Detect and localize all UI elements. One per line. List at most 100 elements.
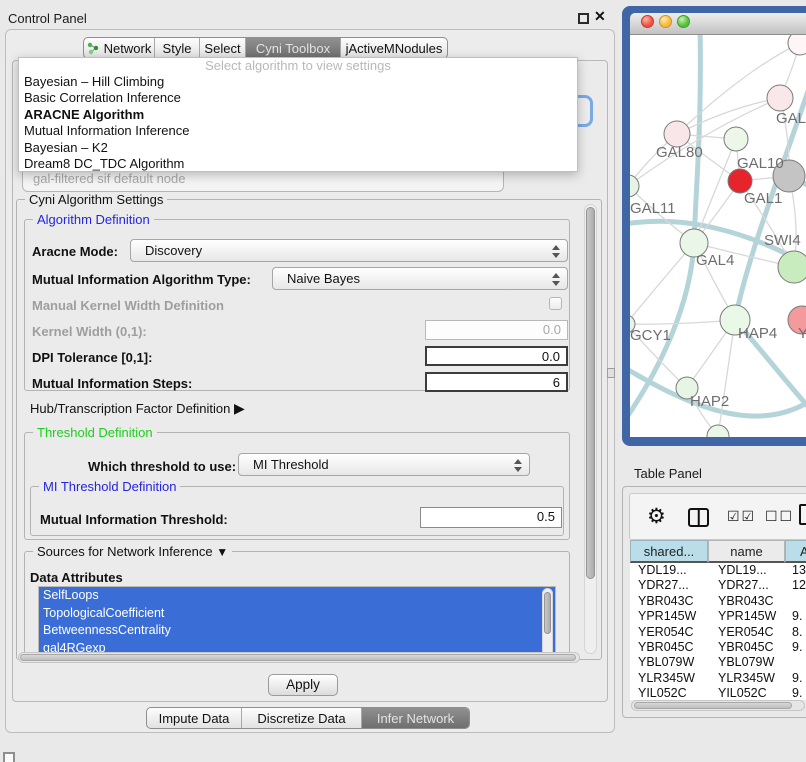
cell-name: YBR045C [708, 640, 785, 655]
mi-threshold-label: Mutual Information Threshold: [40, 512, 228, 527]
table-row[interactable]: YER054C YER054C 8. [630, 625, 806, 640]
dropdown-item[interactable]: Dream8 DC_TDC Algorithm [19, 156, 577, 172]
sources-legend[interactable]: Sources for Network Inference ▼ [33, 544, 232, 559]
node-label: GAL1 [744, 190, 782, 207]
table-row[interactable]: YPR145W YPR145W 9. [630, 609, 806, 624]
column-header-partial[interactable]: A [785, 540, 806, 563]
tab-discretize-data[interactable]: Discretize Data [241, 708, 361, 728]
cell-extra: 8. [785, 625, 806, 640]
dropdown-item-selected[interactable]: ARACNE Algorithm [19, 107, 577, 123]
mi-threshold-field[interactable]: 0.5 [420, 507, 562, 528]
dropdown-item[interactable]: Basic Correlation Inference [19, 90, 577, 106]
node-label: HAP4 [738, 325, 777, 342]
dock-panel-icon[interactable] [3, 752, 15, 762]
tab-network[interactable]: Network [84, 38, 154, 58]
table-row[interactable]: YDR27... YDR27... 12 [630, 578, 806, 593]
manual-kernel-checkbox[interactable] [549, 297, 562, 310]
close-window-icon[interactable] [641, 15, 654, 28]
scrollbar-thumb[interactable] [634, 702, 792, 709]
mi-type-value: Naive Bayes [287, 271, 360, 286]
attributes-scrollbar[interactable] [542, 588, 553, 656]
scrollbar-thumb[interactable] [20, 654, 576, 661]
table-row[interactable]: YBR045C YBR045C 9. [630, 640, 806, 655]
aracne-mode-combo[interactable]: Discovery [130, 239, 568, 262]
network-graph: GAL GAL80 GAL10 GAL1 GAL11 SWI4 GAL4 GCY… [630, 35, 806, 437]
gear-icon[interactable]: ⚙ [647, 504, 666, 530]
cell-extra: 9. [785, 686, 806, 700]
control-panel-tabs: Network Style Select Cyni Toolbox jActiv… [83, 37, 448, 59]
dropdown-item[interactable]: Bayesian – Hill Climbing [19, 74, 577, 90]
mi-type-combo[interactable]: Naive Bayes [272, 267, 568, 290]
dropdown-item[interactable]: Mutual Information Inference [19, 123, 577, 139]
cell-shared-name: YLR345W [630, 671, 708, 686]
zoom-window-icon[interactable] [677, 15, 690, 28]
settings-horizontal-scrollbar[interactable] [18, 652, 580, 663]
cell-shared-name: YBR045C [630, 640, 708, 655]
network-icon [87, 42, 100, 55]
cell-extra: 13 [785, 563, 806, 578]
dropdown-item[interactable]: Bayesian – K2 [19, 140, 577, 156]
kernel-width-field[interactable]: 0.0 [425, 320, 568, 340]
mi-steps-field[interactable]: 6 [425, 372, 568, 392]
tab-impute-data[interactable]: Impute Data [147, 708, 241, 728]
panel-splitter-handle[interactable] [607, 368, 615, 378]
expand-arrow-icon: ▶ [234, 400, 245, 416]
minimize-window-icon[interactable] [659, 15, 672, 28]
table-row[interactable]: YIL052C YIL052C 9. [630, 686, 806, 700]
cell-name: YDL19... [708, 563, 785, 578]
algorithm-dropdown-list: Select algorithm to view settings Bayesi… [18, 57, 578, 172]
function-builder-icon[interactable] [799, 504, 806, 525]
tab-cyni-toolbox[interactable]: Cyni Toolbox [245, 38, 340, 58]
network-window-titlebar[interactable] [630, 13, 806, 35]
cell-shared-name: YDR27... [630, 578, 708, 593]
column-header-name[interactable]: name [708, 540, 785, 563]
node-label: Y [798, 325, 806, 342]
attribute-list-item[interactable]: TopologicalCoefficient [39, 605, 555, 623]
table-row[interactable]: YDL19... YDL19... 13 [630, 563, 806, 578]
cell-extra [785, 594, 806, 609]
dpi-tolerance-field[interactable]: 0.0 [425, 346, 568, 366]
tab-style[interactable]: Style [154, 38, 199, 58]
column-header-shared-name[interactable]: shared... [630, 540, 708, 563]
stepper-arrows-icon [552, 245, 561, 258]
which-threshold-combo[interactable]: MI Threshold [238, 453, 530, 476]
scrollbar-thumb[interactable] [586, 207, 595, 579]
attribute-list-item[interactable]: BetweennessCentrality [39, 622, 555, 640]
tab-infer-network[interactable]: Infer Network [361, 708, 469, 728]
select-all-icon[interactable]: ☑☑ [727, 508, 756, 525]
table-horizontal-scrollbar[interactable] [631, 700, 805, 711]
node[interactable] [788, 35, 806, 55]
data-attributes-list: SelfLoopsTopologicalCoefficientBetweenne… [38, 586, 556, 658]
cell-extra [785, 655, 806, 670]
tab-select[interactable]: Select [199, 38, 245, 58]
scrollbar-thumb[interactable] [544, 592, 551, 634]
settings-vertical-scrollbar[interactable] [584, 204, 597, 654]
cell-name: YBR043C [708, 594, 785, 609]
network-canvas[interactable]: GAL GAL80 GAL10 GAL1 GAL11 SWI4 GAL4 GCY… [630, 35, 806, 437]
tab-select-label: Select [204, 38, 240, 59]
node-gal10[interactable] [724, 127, 748, 151]
node-swi4[interactable] [778, 251, 806, 283]
hub-section-label: Hub/Transcription Factor Definition [30, 401, 230, 416]
table-row[interactable]: YBR043C YBR043C [630, 594, 806, 609]
attribute-list-item[interactable]: SelfLoops [39, 587, 555, 605]
aracne-mode-label: Aracne Mode: [32, 244, 118, 259]
table-row[interactable]: YBL079W YBL079W [630, 655, 806, 670]
float-window-icon[interactable] [578, 13, 589, 24]
node-gal-partial[interactable] [767, 85, 793, 111]
columns-icon[interactable] [688, 508, 709, 527]
cell-shared-name: YER054C [630, 625, 708, 640]
collapse-arrow-icon: ▼ [216, 545, 228, 559]
tab-jactivemnodules[interactable]: jActiveMNodules [340, 38, 447, 58]
which-threshold-value: MI Threshold [253, 457, 329, 472]
deselect-all-icon[interactable]: ☐☐ [765, 508, 794, 525]
cyni-settings-legend: Cyni Algorithm Settings [25, 192, 167, 207]
table-row[interactable]: YLR345W YLR345W 9. [630, 671, 806, 686]
apply-button[interactable]: Apply [268, 674, 338, 696]
hub-section-toggle[interactable]: Hub/Transcription Factor Definition ▶ [30, 400, 245, 417]
node-label: GCY1 [630, 327, 671, 344]
close-icon[interactable]: ✕ [594, 8, 606, 25]
algorithm-definition-legend: Algorithm Definition [33, 212, 154, 227]
manual-kernel-label: Manual Kernel Width Definition [32, 298, 224, 313]
tab-impute-data-label: Impute Data [159, 708, 230, 729]
